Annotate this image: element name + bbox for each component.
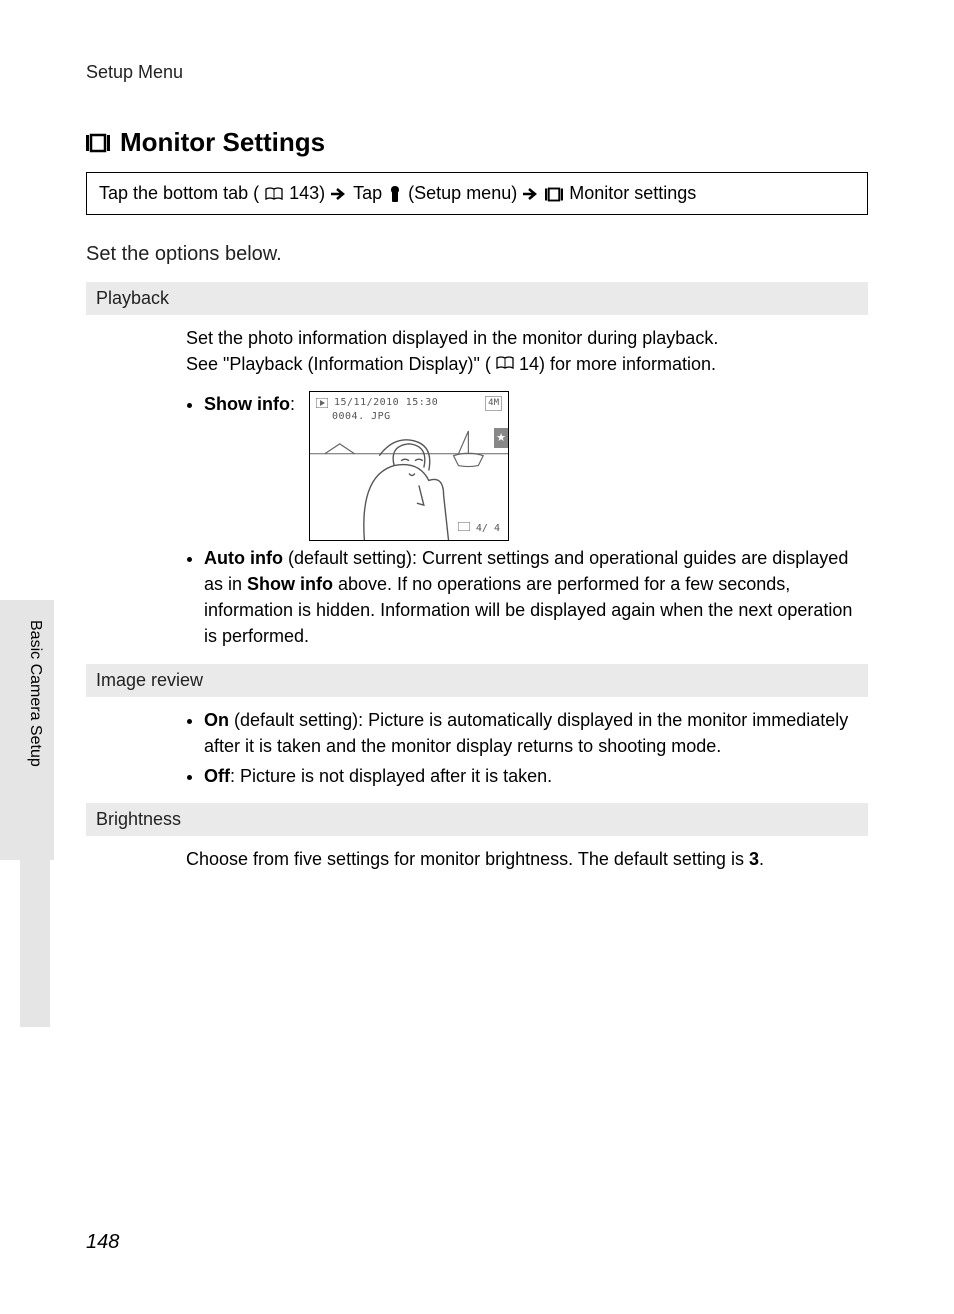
nav-text: Tap bbox=[353, 183, 382, 204]
section-header-image-review: Image review bbox=[86, 664, 868, 697]
navigation-path-box: Tap the bottom tab ( 143) Tap (Setup men… bbox=[86, 172, 868, 215]
page-number: 148 bbox=[86, 1231, 119, 1254]
playback-description: Set the photo information displayed in t… bbox=[86, 325, 868, 377]
breadcrumb: Setup Menu bbox=[86, 62, 868, 83]
nav-text: Tap the bottom tab ( bbox=[99, 183, 259, 204]
arrow-icon bbox=[331, 188, 347, 200]
text: 14) for more information. bbox=[519, 354, 716, 374]
ref-label: Show info bbox=[247, 574, 333, 594]
list-item: Off: Picture is not displayed after it i… bbox=[204, 763, 868, 789]
image-review-options-list: On (default setting): Picture is automat… bbox=[86, 707, 868, 789]
text: : Picture is not displayed after it is t… bbox=[230, 766, 552, 786]
book-ref-icon bbox=[265, 187, 283, 201]
text: (default setting): Picture is automatica… bbox=[204, 710, 848, 756]
option-label: Show info bbox=[204, 394, 290, 414]
list-item: Show info: 15/11/2010 15:30 4M 0004. JPG… bbox=[204, 391, 868, 541]
example-filename: 0004. JPG bbox=[332, 410, 391, 425]
playback-desc-line: See "Playback (Information Display)" ( 1… bbox=[186, 351, 868, 377]
option-label: On bbox=[204, 710, 229, 730]
example-screenshot: 15/11/2010 15:30 4M 0004. JPG ★ 4/ bbox=[309, 391, 509, 541]
monitor-settings-icon bbox=[86, 133, 110, 153]
text: . bbox=[759, 849, 764, 869]
section-header-brightness: Brightness bbox=[86, 803, 868, 836]
default-value: 3 bbox=[749, 849, 759, 869]
play-icon bbox=[316, 398, 328, 408]
document-page: Setup Menu Monitor Settings Tap the bott… bbox=[0, 0, 954, 1314]
nav-text: Monitor settings bbox=[569, 183, 696, 204]
intro-text: Set the options below. bbox=[86, 243, 868, 266]
section-header-playback: Playback bbox=[86, 282, 868, 315]
text: Choose from five settings for monitor br… bbox=[186, 849, 749, 869]
example-date: 15/11/2010 15:30 bbox=[334, 396, 438, 411]
text: See "Playback (Information Display)" ( bbox=[186, 354, 491, 374]
playback-options-list: Show info: 15/11/2010 15:30 4M 0004. JPG… bbox=[86, 391, 868, 649]
page-title-row: Monitor Settings bbox=[86, 127, 868, 158]
list-item: Auto info (default setting): Current set… bbox=[204, 545, 868, 649]
example-size-badge: 4M bbox=[485, 396, 502, 411]
arrow-icon bbox=[523, 188, 539, 200]
nav-text: (Setup menu) bbox=[408, 183, 517, 204]
wrench-icon bbox=[388, 186, 402, 202]
book-ref-icon bbox=[496, 356, 514, 370]
side-tab-label: Basic Camera Setup bbox=[20, 610, 50, 1027]
option-label: Off bbox=[204, 766, 230, 786]
nav-ref: 143) bbox=[289, 183, 325, 204]
brightness-description: Choose from five settings for monitor br… bbox=[86, 846, 868, 872]
frame-icon bbox=[458, 522, 470, 531]
option-label: Auto info bbox=[204, 548, 283, 568]
example-counter: 4/ 4 bbox=[476, 523, 500, 534]
page-title: Monitor Settings bbox=[120, 127, 325, 158]
list-item: On (default setting): Picture is automat… bbox=[204, 707, 868, 759]
playback-desc-line: Set the photo information displayed in t… bbox=[186, 325, 868, 351]
monitor-settings-icon bbox=[545, 186, 563, 201]
